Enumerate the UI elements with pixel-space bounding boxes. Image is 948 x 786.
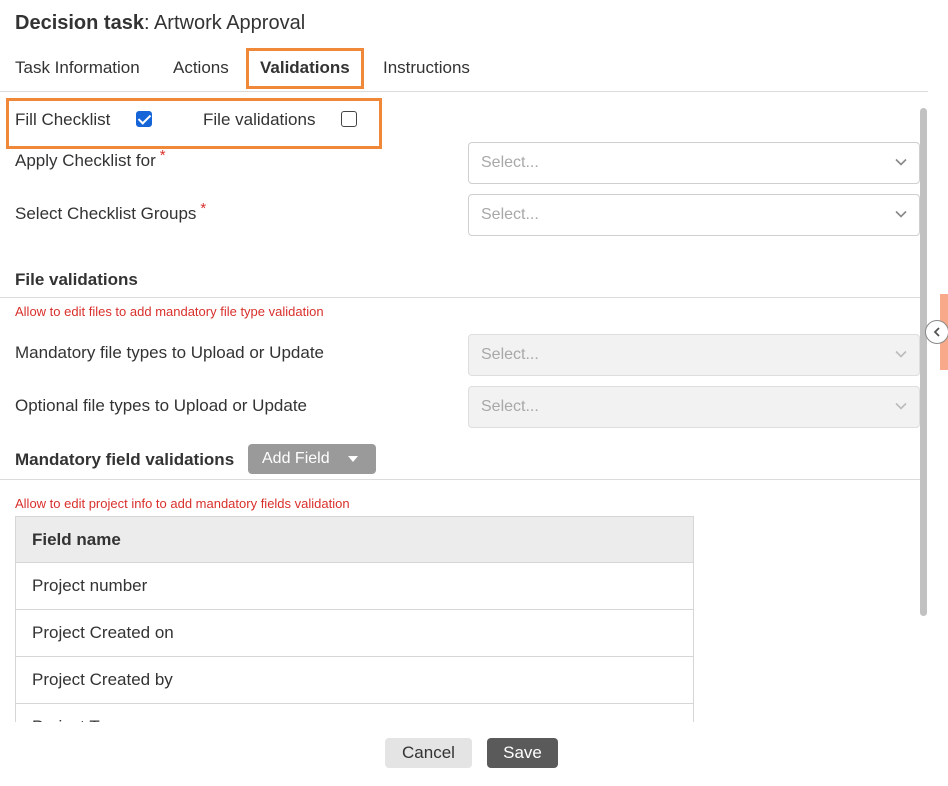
table-row[interactable]: Project Type xyxy=(15,704,694,722)
table-row[interactable]: Project number xyxy=(15,563,694,610)
cancel-button[interactable]: Cancel xyxy=(385,738,472,768)
table-clip: Field name Project number Project Create… xyxy=(0,0,948,722)
collapse-panel-button[interactable] xyxy=(925,320,948,344)
table-row[interactable]: Project Created on xyxy=(15,610,694,657)
chevron-left-icon xyxy=(933,327,940,337)
field-name-table: Field name Project number Project Create… xyxy=(15,516,694,722)
table-header-field-name: Field name xyxy=(15,516,694,563)
save-button[interactable]: Save xyxy=(487,738,558,768)
table-row[interactable]: Project Created by xyxy=(15,657,694,704)
